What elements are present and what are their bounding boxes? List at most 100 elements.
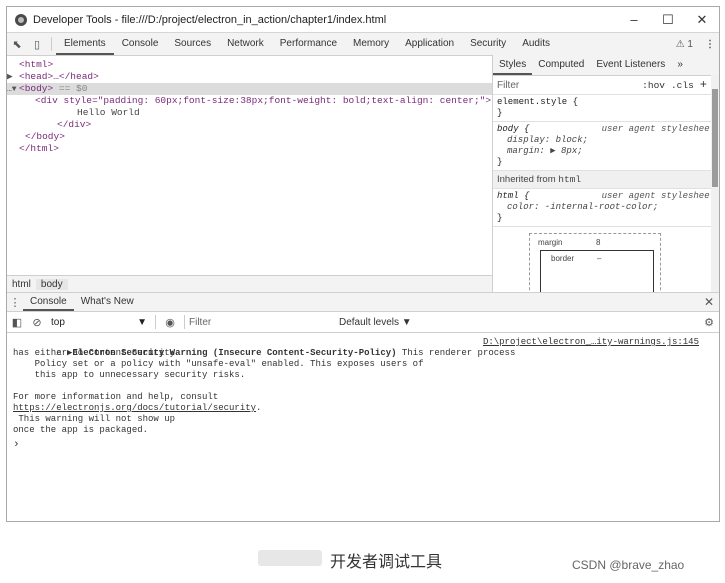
expand-arrow-icon[interactable]: ▶ xyxy=(7,71,19,83)
context-select[interactable]: top ▼ xyxy=(47,317,151,328)
tab-event-listeners[interactable]: Event Listeners xyxy=(590,55,671,75)
box-margin-label: margin xyxy=(538,238,563,247)
style-property: display: block; xyxy=(507,135,589,145)
html-rule[interactable]: user agent stylesheet html { color: -inte… xyxy=(493,189,719,227)
maximize-button[interactable]: ☐ xyxy=(651,12,685,28)
console-filter-input[interactable]: Filter xyxy=(189,317,339,328)
elements-panel: <html> ▶ <head>…</head> …▼ <body> == $0 <d… xyxy=(7,55,719,305)
dom-node-html[interactable]: <html> xyxy=(7,59,492,71)
styles-filter-row: Filter :hov .cls + xyxy=(493,76,719,95)
styles-pane: Styles Computed Event Listeners » Filter… xyxy=(493,55,719,305)
cls-toggle[interactable]: .cls xyxy=(671,80,694,91)
inspect-element-icon[interactable]: ⬉ xyxy=(7,33,27,55)
box-border-value[interactable]: – xyxy=(597,254,601,263)
console-link-line: https://electronjs.org/docs/tutorial/sec… xyxy=(7,403,719,414)
tab-whats-new[interactable]: What's New xyxy=(74,293,141,311)
clear-console-icon[interactable]: ⊘ xyxy=(27,311,47,333)
dom-text-node[interactable]: Hello World xyxy=(7,107,492,119)
gear-icon[interactable]: ⚙ xyxy=(699,311,719,333)
title-bar: Developer Tools - file:///D:/project/ele… xyxy=(7,7,719,33)
breadcrumb-body[interactable]: body xyxy=(35,278,68,290)
tab-memory[interactable]: Memory xyxy=(345,33,397,55)
rule-selector: html { xyxy=(497,191,530,201)
log-levels-dropdown[interactable]: Default levels ▼ xyxy=(339,317,699,328)
electron-app-icon xyxy=(15,13,27,26)
dom-tag: <div style="padding: 60px;font-size:38px… xyxy=(35,95,492,106)
body-rule[interactable]: user agent stylesheet body { display: blo… xyxy=(493,122,719,171)
inherited-header: Inherited from html xyxy=(493,171,719,189)
devtools-window: Developer Tools - file:///D:/project/ele… xyxy=(6,6,720,522)
console-text-line: this app to unnecessary security risks. xyxy=(13,370,246,380)
warning-icon: ⚠ xyxy=(56,348,68,358)
dom-node-body-close[interactable]: </body> xyxy=(7,131,492,143)
tab-sources[interactable]: Sources xyxy=(166,33,219,55)
scrollbar-thumb[interactable] xyxy=(712,89,718,187)
dom-tag: </div> xyxy=(57,119,92,130)
tab-network[interactable]: Network xyxy=(219,33,272,55)
console-text-line: Policy set or a policy with "unsafe-eval… xyxy=(13,359,424,369)
tab-elements[interactable]: Elements xyxy=(56,33,114,55)
box-margin-value[interactable]: 8 xyxy=(596,238,600,247)
tab-styles[interactable]: Styles xyxy=(493,55,533,75)
style-property: margin: ▶ 8px; xyxy=(507,146,583,156)
hov-toggle[interactable]: :hov xyxy=(642,80,665,91)
inherited-label: Inherited from xyxy=(497,174,556,185)
inherited-from-link[interactable]: html xyxy=(558,174,581,185)
tab-security[interactable]: Security xyxy=(462,33,514,55)
tab-application[interactable]: Application xyxy=(397,33,462,55)
styles-filter-input[interactable]: Filter xyxy=(497,80,642,91)
tab-audits[interactable]: Audits xyxy=(514,33,558,55)
styles-scrollbar[interactable] xyxy=(711,75,719,292)
rule-origin: user agent stylesheet xyxy=(601,124,715,134)
breadcrumb: html body xyxy=(7,275,492,292)
minimize-button[interactable]: – xyxy=(617,12,651,27)
toggle-sidebar-icon[interactable]: ◧ xyxy=(7,311,27,333)
tab-console-drawer[interactable]: Console xyxy=(23,293,74,311)
rule-selector: element.style { xyxy=(497,97,579,107)
tab-console[interactable]: Console xyxy=(114,33,167,55)
close-drawer-icon[interactable]: ✕ xyxy=(699,291,719,313)
new-rule-icon[interactable]: + xyxy=(700,78,707,92)
dom-node-head[interactable]: ▶ <head>…</head> xyxy=(7,71,492,83)
warning-source-link[interactable]: D:\project\electron_…ity-warnings.js:145 xyxy=(483,337,699,348)
console-text-line: This warning will not show up xyxy=(13,414,176,424)
dom-tag: </html> xyxy=(19,143,59,154)
blurred-figure-number xyxy=(258,550,322,566)
eye-icon[interactable]: ◉ xyxy=(160,311,180,333)
divider xyxy=(184,315,185,329)
divider xyxy=(155,315,156,329)
dom-tag: <head>…</head> xyxy=(19,71,99,82)
dom-node-body[interactable]: …▼ <body> == $0 xyxy=(7,83,492,95)
dom-node-div-close[interactable]: </div> xyxy=(7,119,492,131)
warning-title: ▶Electron Security Warning (Insecure Con… xyxy=(67,348,397,358)
selected-node-marker: == $0 xyxy=(53,83,88,94)
console-warning-line[interactable]: ⚠ ▶Electron Security Warning (Insecure C… xyxy=(7,337,719,358)
console-output: ⚠ ▶Electron Security Warning (Insecure C… xyxy=(7,333,719,451)
rule-selector: body { xyxy=(497,124,530,134)
close-button[interactable]: ✕ xyxy=(685,12,719,28)
style-property: color: -internal-root-color; xyxy=(507,202,659,212)
console-prompt[interactable]: › xyxy=(7,440,719,451)
rule-origin: user agent stylesheet xyxy=(601,191,715,201)
console-toolbar: ◧ ⊘ top ▼ ◉ Filter Default levels ▼ ⚙ xyxy=(7,312,719,333)
link-suffix: . xyxy=(256,403,262,413)
tab-performance[interactable]: Performance xyxy=(272,33,345,55)
security-docs-link[interactable]: https://electronjs.org/docs/tutorial/sec… xyxy=(13,403,256,413)
breadcrumb-html[interactable]: html xyxy=(7,279,36,290)
dom-tree: <html> ▶ <head>…</head> …▼ <body> == $0 <d… xyxy=(7,55,493,292)
dom-tag: </body> xyxy=(25,131,65,142)
dom-tag: <body> xyxy=(19,83,54,94)
dom-node-html-close[interactable]: </html> xyxy=(7,143,492,155)
kebab-menu-icon[interactable]: ⋮ xyxy=(701,39,719,50)
element-style-rule[interactable]: element.style { } xyxy=(493,95,719,122)
warning-count-badge[interactable]: ⚠ 1 xyxy=(676,39,693,50)
console-text-line: For more information and help, consult xyxy=(13,392,219,402)
dom-text: Hello World xyxy=(77,107,140,118)
tab-computed[interactable]: Computed xyxy=(532,55,590,75)
device-toolbar-icon[interactable]: ▯ xyxy=(27,33,47,55)
drawer-menu-icon[interactable]: ⋮ xyxy=(7,291,23,313)
chevron-down-icon: ▼ xyxy=(137,316,147,328)
rule-close: } xyxy=(497,213,503,223)
more-tabs-icon[interactable]: » xyxy=(671,55,689,75)
dom-node-div[interactable]: <div style="padding: 60px;font-size:38px… xyxy=(7,95,492,107)
